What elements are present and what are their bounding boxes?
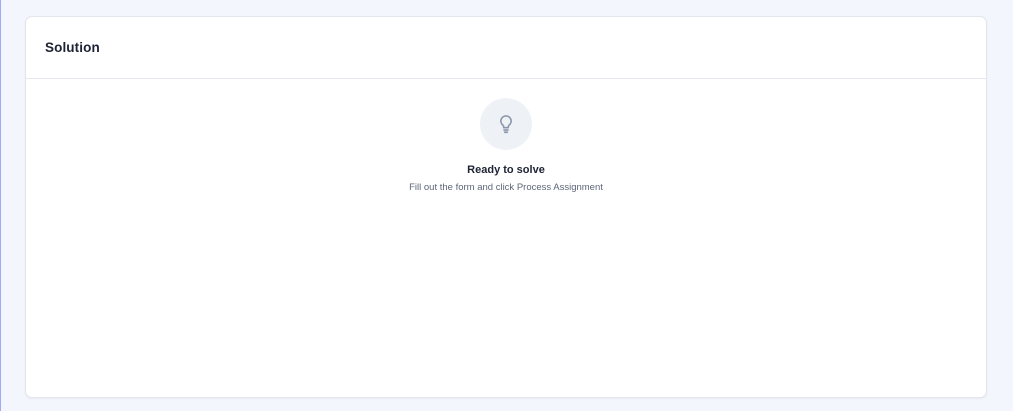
empty-state: Ready to solve Fill out the form and cli… — [26, 98, 986, 193]
solution-panel-title: Solution — [45, 40, 100, 55]
empty-state-subtitle: Fill out the form and click Process Assi… — [409, 182, 603, 193]
solution-panel-header: Solution — [26, 17, 986, 79]
empty-state-icon-badge — [480, 98, 532, 150]
window-left-border — [0, 0, 1, 411]
empty-state-title: Ready to solve — [467, 164, 545, 176]
solution-panel: Solution Ready to solve Fill out the for… — [25, 16, 987, 398]
lightbulb-icon — [500, 115, 512, 134]
